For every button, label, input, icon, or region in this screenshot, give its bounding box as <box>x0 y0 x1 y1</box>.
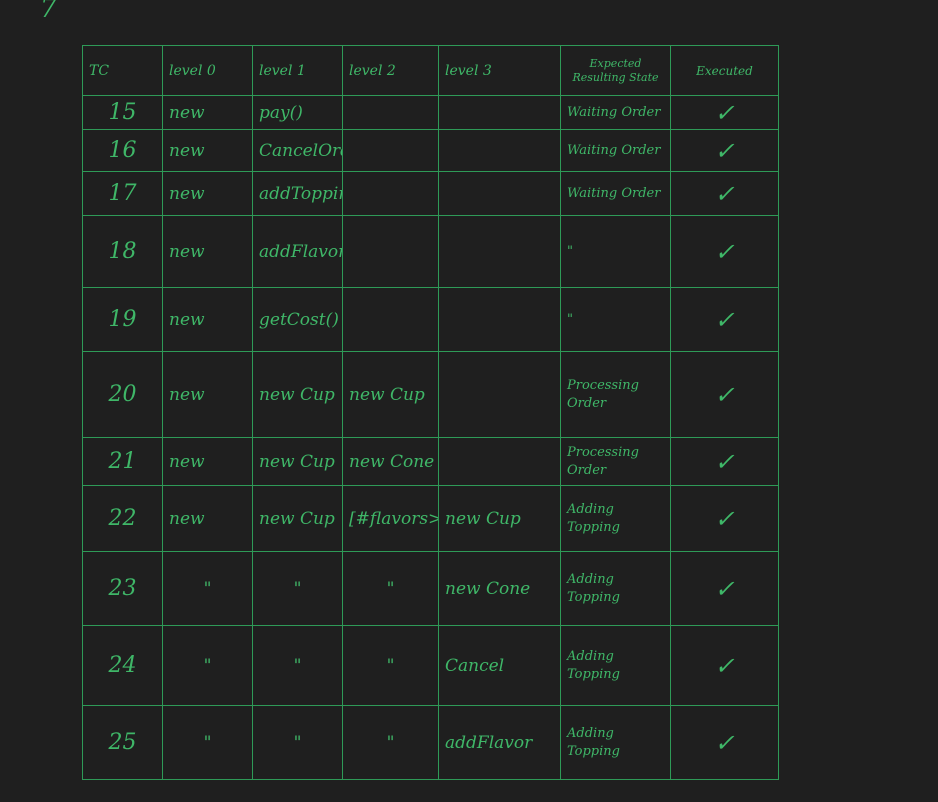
table-row: 20 new new Cup new Cup Processing Order ✓ <box>82 351 779 438</box>
header-level-3: level 3 <box>438 45 561 96</box>
tc-cell: 19 <box>82 287 163 352</box>
level-3-cell <box>438 95 561 130</box>
header-executed: Executed <box>670 45 779 96</box>
table-row: 22newnew Cup[#flavors>0] addToppingnew C… <box>82 485 779 552</box>
level-0-cell: new <box>162 171 253 216</box>
table-row: 23 " " " new Cone Adding Topping ✓ <box>82 551 779 626</box>
level-3-cell <box>438 129 561 172</box>
tc-cell: 18 <box>82 215 163 288</box>
table-row: 18newaddFlavor() "✓ <box>82 215 779 288</box>
level-1-cell: pay() <box>252 95 343 130</box>
level-1-cell: addFlavor() <box>252 215 343 288</box>
level-0-cell: new <box>162 485 253 552</box>
expected-state-cell: Waiting Order <box>560 129 671 172</box>
level-2-cell <box>342 95 439 130</box>
header-row: TC level 0 level 1 level 2 level 3 Expec… <box>82 45 779 96</box>
tc-cell: 22 <box>82 485 163 552</box>
level-2-cell <box>342 287 439 352</box>
level-0-cell: " <box>162 551 253 626</box>
executed-check-cell: ✓ <box>670 351 779 438</box>
tc-cell: 21 <box>82 437 163 486</box>
header-tc: TC <box>82 45 163 96</box>
level-3-cell: addFlavor <box>438 705 561 780</box>
header-level-2: level 2 <box>342 45 439 96</box>
level-0-cell: new <box>162 437 253 486</box>
executed-check-cell: ✓ <box>670 705 779 780</box>
level-0-cell: new <box>162 351 253 438</box>
level-3-cell: new Cup <box>438 485 561 552</box>
test-case-table: TC level 0 level 1 level 2 level 3 Expec… <box>82 45 779 780</box>
level-1-cell: new Cup <box>252 351 343 438</box>
level-0-cell: " <box>162 625 253 706</box>
level-3-cell <box>438 287 561 352</box>
expected-state-cell: Adding Topping <box>560 551 671 626</box>
tc-cell: 25 <box>82 705 163 780</box>
executed-check-cell: ✓ <box>670 215 779 288</box>
tc-cell: 17 <box>82 171 163 216</box>
header-expected-state: Expected Resulting State <box>560 45 671 96</box>
level-3-cell <box>438 351 561 438</box>
table-row: 17newaddTopping() Waiting Order✓ <box>82 171 779 216</box>
executed-check-cell: ✓ <box>670 95 779 130</box>
level-3-cell <box>438 437 561 486</box>
level-2-cell <box>342 129 439 172</box>
level-3-cell <box>438 171 561 216</box>
expected-state-cell: Waiting Order <box>560 171 671 216</box>
level-1-cell: new Cup <box>252 437 343 486</box>
level-2-cell: new Cone <box>342 437 439 486</box>
executed-check-cell: ✓ <box>670 129 779 172</box>
executed-check-cell: ✓ <box>670 171 779 216</box>
executed-check-cell: ✓ <box>670 287 779 352</box>
expected-state-cell: Adding Topping <box>560 625 671 706</box>
tc-cell: 16 <box>82 129 163 172</box>
table-row: 21 new new Cup new Cone Processing Order ✓ <box>82 437 779 486</box>
expected-state-cell: Adding Topping <box>560 485 671 552</box>
level-1-cell: getCost() <box>252 287 343 352</box>
expected-state-cell: " <box>560 287 671 352</box>
level-0-cell: new <box>162 215 253 288</box>
level-0-cell: " <box>162 705 253 780</box>
level-0-cell: new <box>162 95 253 130</box>
whiteboard-canvas: 7 TC level 0 level 1 level 2 level 3 Exp… <box>0 0 938 802</box>
tc-cell: 15 <box>82 95 163 130</box>
expected-state-cell: Waiting Order <box>560 95 671 130</box>
level-2-cell: " <box>342 625 439 706</box>
table-row: 25 " " " addFlavor Adding Topping ✓ <box>82 705 779 780</box>
expected-state-cell: Processing Order <box>560 351 671 438</box>
stray-ink-mark: 7 <box>40 0 57 24</box>
expected-state-cell: Adding Topping <box>560 705 671 780</box>
level-0-cell: new <box>162 129 253 172</box>
table-row: 16newCancelOrder Waiting Order✓ <box>82 129 779 172</box>
level-3-cell <box>438 215 561 288</box>
level-1-cell: " <box>252 625 343 706</box>
expected-state-cell: " <box>560 215 671 288</box>
header-level-1: level 1 <box>252 45 343 96</box>
level-2-cell: " <box>342 705 439 780</box>
executed-check-cell: ✓ <box>670 437 779 486</box>
level-2-cell <box>342 171 439 216</box>
table-row: 24 " " " Cancel Adding Topping ✓ <box>82 625 779 706</box>
tc-cell: 23 <box>82 551 163 626</box>
table-row: 19 new getCost() " ✓ <box>82 287 779 352</box>
level-1-cell: addTopping() <box>252 171 343 216</box>
tc-cell: 20 <box>82 351 163 438</box>
level-3-cell: Cancel <box>438 625 561 706</box>
level-2-cell: [#flavors>0] addTopping <box>342 485 439 552</box>
executed-check-cell: ✓ <box>670 485 779 552</box>
level-1-cell: " <box>252 705 343 780</box>
level-2-cell: " <box>342 551 439 626</box>
level-2-cell: new Cup <box>342 351 439 438</box>
level-1-cell: " <box>252 551 343 626</box>
level-3-cell: new Cone <box>438 551 561 626</box>
header-level-0: level 0 <box>162 45 253 96</box>
expected-state-cell: Processing Order <box>560 437 671 486</box>
table-row: 15 new pay() Waiting Order ✓ <box>82 95 779 130</box>
level-0-cell: new <box>162 287 253 352</box>
tc-cell: 24 <box>82 625 163 706</box>
level-1-cell: new Cup <box>252 485 343 552</box>
level-1-cell: CancelOrder <box>252 129 343 172</box>
level-2-cell <box>342 215 439 288</box>
executed-check-cell: ✓ <box>670 625 779 706</box>
executed-check-cell: ✓ <box>670 551 779 626</box>
